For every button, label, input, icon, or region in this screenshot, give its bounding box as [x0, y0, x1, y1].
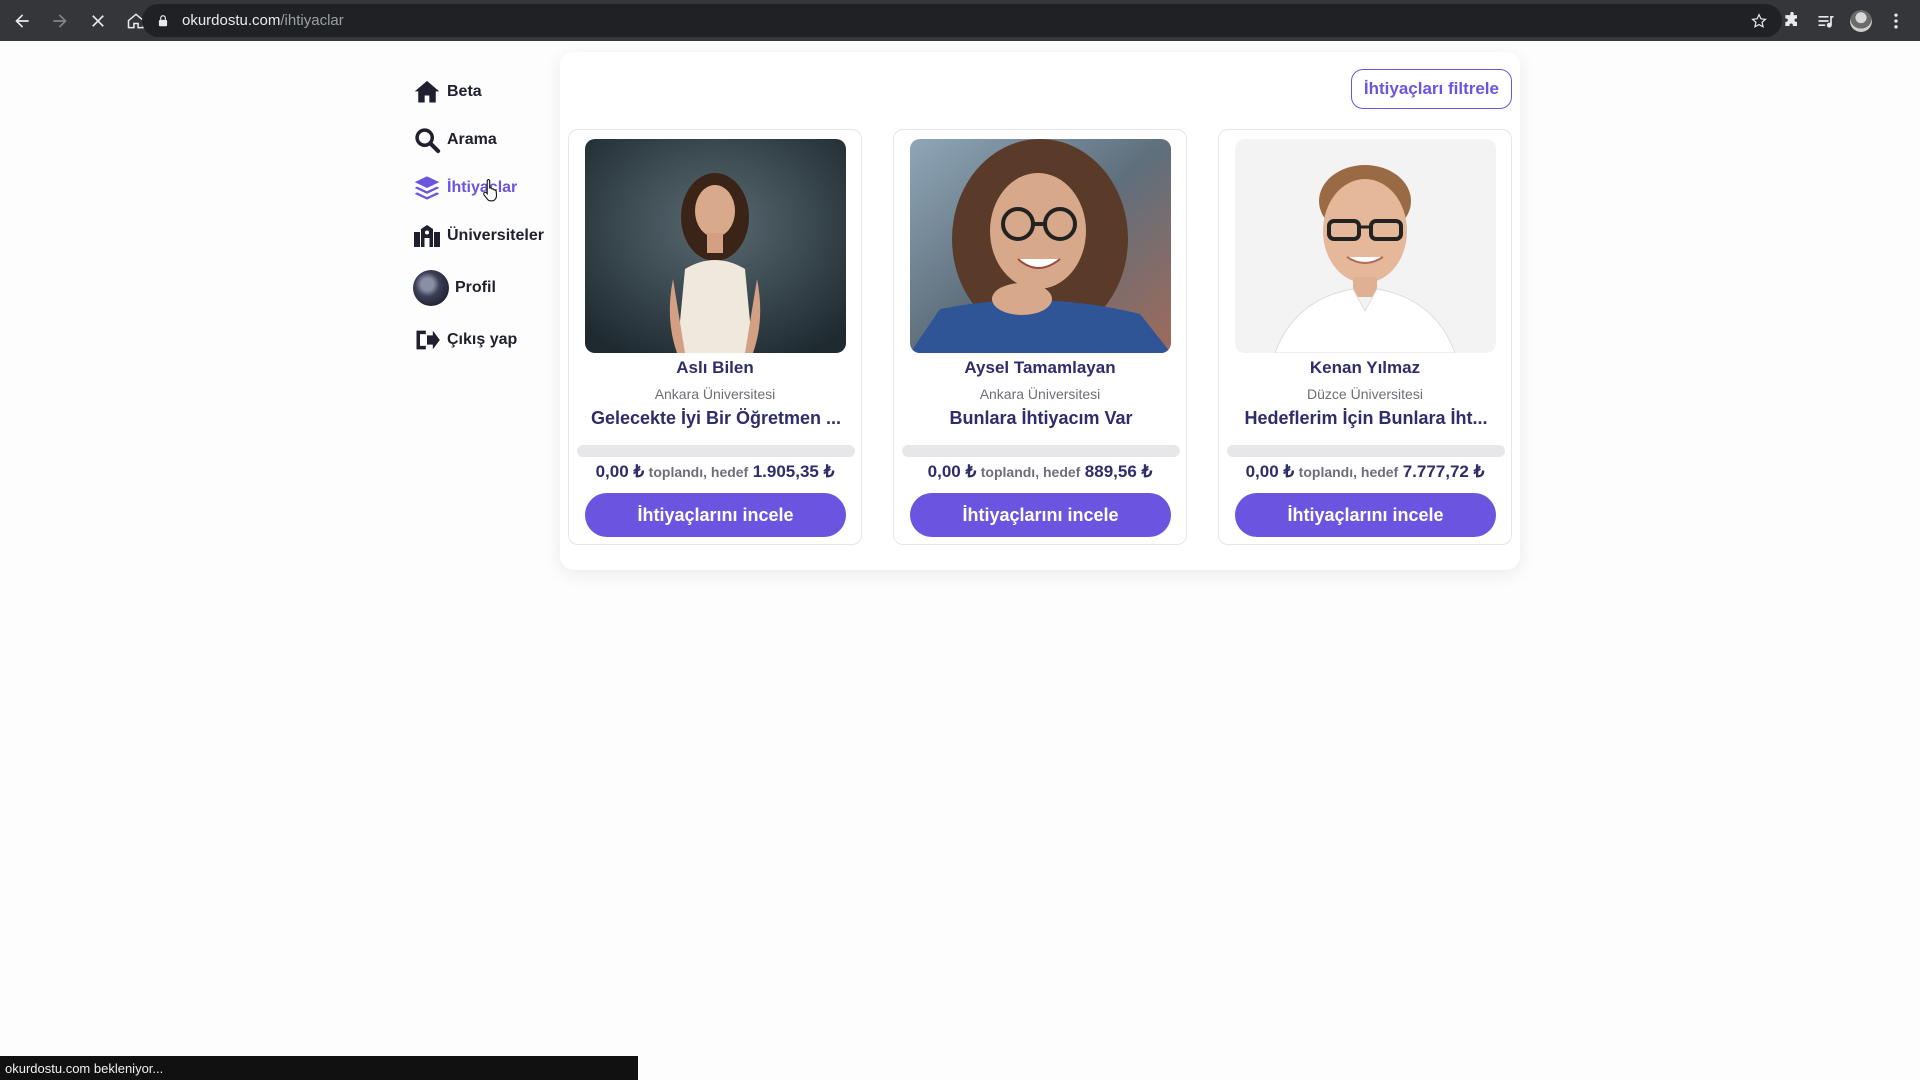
sidebar-item-label: Üniversiteler	[447, 227, 544, 244]
funding-progress-bar	[577, 445, 855, 457]
browser-status-bar: okurdostu.com bekleniyor...	[0, 1056, 638, 1080]
funding-amount: 0,00 ₺ toplandı, hedef 1.905,35 ₺	[569, 462, 861, 482]
view-needs-button[interactable]: İhtiyaçlarını incele	[1235, 493, 1496, 537]
stop-button[interactable]	[82, 5, 114, 37]
sidebar-item-universiteler[interactable]: Üniversiteler	[413, 212, 563, 260]
collected-label: toplandı, hedef	[1298, 464, 1399, 480]
avatar	[413, 270, 449, 306]
sidebar-item-beta[interactable]: Beta	[413, 68, 563, 116]
student-photo	[1235, 139, 1496, 353]
logout-icon	[416, 330, 440, 350]
target-amount: 7.777,72 ₺	[1402, 462, 1485, 481]
student-university: Ankara Üniversitesi	[654, 386, 776, 402]
sidebar-item-label: Arama	[447, 131, 497, 148]
need-card: Kenan Yılmaz Düzce Üniversitesi Hedefler…	[1218, 129, 1512, 545]
url-text: okurdostu.com/ihtiyaclar	[182, 12, 344, 29]
funding-amount: 0,00 ₺ toplandı, hedef 7.777,72 ₺	[1219, 462, 1511, 482]
funding-progress-bar	[1227, 445, 1505, 457]
student-name: Kenan Yılmaz	[1309, 358, 1421, 377]
view-needs-button[interactable]: İhtiyaçlarını incele	[910, 493, 1171, 537]
need-card: Aslı Bilen Ankara Üniversitesi Gelecekte…	[568, 129, 862, 545]
hand-cursor-icon	[483, 178, 498, 202]
need-card: Aysel Tamamlayan Ankara Üniversitesi Bun…	[893, 129, 1187, 545]
collected-label: toplandı, hedef	[980, 464, 1081, 480]
home-icon	[414, 80, 440, 103]
url-path: /ihtiyaclar	[280, 12, 344, 29]
student-university: Ankara Üniversitesi	[979, 386, 1101, 402]
collected-amount: 0,00 ₺	[595, 462, 645, 481]
student-name: Aslı Bilen	[676, 358, 754, 377]
needs-panel: İhtiyaçları filtrele Aslı Bilen Ankara Ü…	[560, 52, 1520, 570]
sidebar-item-profil[interactable]: Profil	[413, 260, 563, 316]
student-name: Aysel Tamamlayan	[964, 358, 1116, 377]
browser-toolbar: okurdostu.com/ihtiyaclar	[0, 0, 1920, 41]
star-icon[interactable]	[1750, 12, 1768, 30]
filter-needs-button[interactable]: İhtiyaçları filtrele	[1350, 69, 1512, 109]
collected-amount: 0,00 ₺	[927, 462, 977, 481]
more-vertical-icon[interactable]	[1886, 11, 1906, 31]
student-photo	[910, 139, 1171, 353]
need-title[interactable]: Gelecekte İyi Bir Öğretmen ...	[579, 408, 853, 429]
close-icon	[92, 14, 104, 27]
sidebar-item-label: Çıkış yap	[447, 331, 518, 348]
target-amount: 1.905,35 ₺	[752, 462, 835, 481]
sidebar-item-label: Beta	[447, 83, 482, 100]
need-title[interactable]: Bunlara İhtiyacım Var	[904, 408, 1178, 429]
arrow-right-icon	[53, 13, 67, 28]
collected-label: toplandı, hedef	[648, 464, 749, 480]
university-icon	[414, 225, 440, 247]
profile-avatar[interactable]	[1850, 9, 1872, 32]
sidebar-item-arama[interactable]: Arama	[413, 116, 563, 164]
funding-progress-bar	[902, 445, 1180, 457]
target-amount: 889,56 ₺	[1084, 462, 1153, 481]
arrow-left-icon	[15, 13, 29, 28]
collected-amount: 0,00 ₺	[1245, 462, 1295, 481]
sidebar-item-label: Profil	[455, 279, 496, 296]
sidebar: Beta Arama İhtiyaçlar Üniversiteler Prof…	[413, 68, 563, 364]
need-title[interactable]: Hedeflerim İçin Bunlara İht...	[1229, 408, 1503, 429]
extensions-icon[interactable]	[1782, 11, 1802, 31]
student-photo	[585, 139, 846, 353]
address-bar[interactable]: okurdostu.com/ihtiyaclar	[142, 4, 1782, 37]
lock-icon	[158, 14, 168, 26]
view-needs-button[interactable]: İhtiyaçlarını incele	[585, 493, 846, 537]
browser-actions	[1782, 0, 1920, 41]
search-icon	[415, 128, 441, 154]
funding-amount: 0,00 ₺ toplandı, hedef 889,56 ₺	[894, 462, 1186, 482]
media-queue-icon[interactable]	[1816, 11, 1836, 31]
forward-button[interactable]	[44, 5, 76, 37]
student-university: Düzce Üniversitesi	[1307, 386, 1423, 402]
url-domain: okurdostu.com	[182, 12, 281, 29]
sidebar-item-cikis[interactable]: Çıkış yap	[413, 316, 563, 364]
layers-icon	[414, 176, 440, 200]
back-button[interactable]	[6, 5, 38, 37]
